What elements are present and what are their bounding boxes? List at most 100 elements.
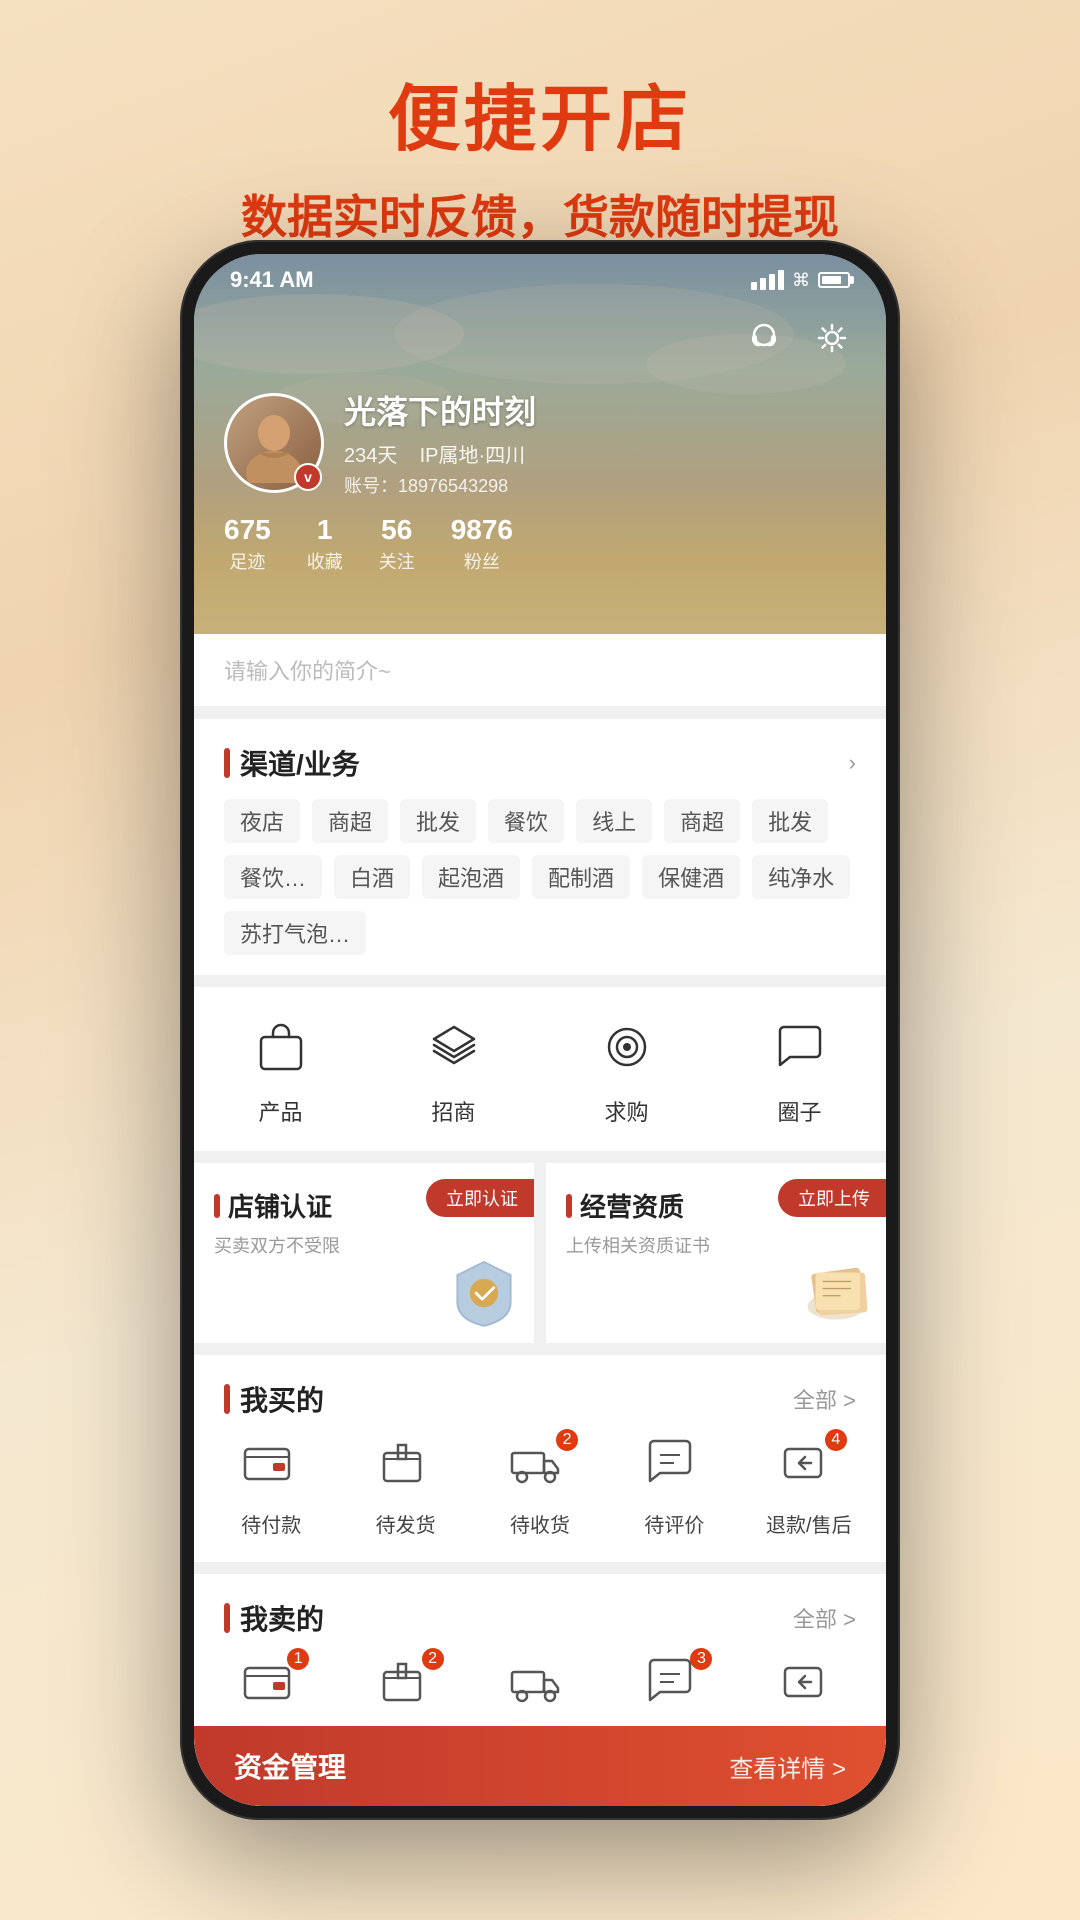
channel-card: 渠道/业务 › 夜店 商超 批发 餐饮 线上 商超 批发 餐饮… xyxy=(194,719,886,975)
target-icon xyxy=(591,1011,663,1083)
order-badge: 4 xyxy=(825,1429,847,1451)
tag-8: 白酒 xyxy=(334,855,410,899)
stat-item: 9876粉丝 xyxy=(451,514,513,574)
quick-menu: 产品 招商 xyxy=(194,987,886,1151)
tag-9: 起泡酒 xyxy=(422,855,520,899)
phone-mockup: 9:41 AM ⌘ xyxy=(180,240,900,1820)
my-buy-items: 待付款 待发货 2 待收货 xyxy=(194,1435,886,1562)
return-icon xyxy=(777,1654,841,1718)
bottom-bar-left: 资金管理 xyxy=(234,1746,346,1786)
tag-12: 纯净水 xyxy=(752,855,850,899)
status-time: 9:41 AM xyxy=(230,267,314,293)
red-bar-business xyxy=(566,1194,572,1218)
bag-icon xyxy=(245,1011,317,1083)
profile-header: 9:41 AM ⌘ xyxy=(194,254,886,634)
shop-verify-card: 立即认证 店铺认证 买卖双方不受限 xyxy=(194,1163,534,1343)
order-item-待收货[interactable]: 2 待收货 xyxy=(473,1435,607,1538)
order-badge: 1 xyxy=(287,1648,309,1670)
profile-top: v 光落下的时刻 234天 IP属地·四川 账号：18976543298 xyxy=(224,387,856,498)
channel-title: 渠道/业务 xyxy=(224,743,360,783)
profile-info: v 光落下的时刻 234天 IP属地·四川 账号：18976543298 xyxy=(224,387,856,574)
bio-placeholder: 请输入你的简介~ xyxy=(224,659,391,684)
business-verify-badge[interactable]: 立即上传 xyxy=(778,1179,886,1217)
order-badge: 2 xyxy=(422,1648,444,1670)
return-icon: 4 xyxy=(777,1435,841,1499)
tag-13: 苏打气泡… xyxy=(224,911,366,955)
header-top-icons xyxy=(740,314,856,362)
order-item-待评价[interactable]: 待评价 xyxy=(607,1435,741,1538)
headset-icon[interactable] xyxy=(740,314,788,362)
quick-label-circle: 圈子 xyxy=(777,1095,821,1127)
wallet-icon: 1 xyxy=(239,1654,303,1718)
sub-title: 数据实时反馈，货款随时提现 xyxy=(0,181,1080,247)
chat-icon xyxy=(764,1011,836,1083)
bottom-bar[interactable]: 资金管理 查看详情 > xyxy=(194,1726,886,1806)
order-item-待付款[interactable]: 待付款 xyxy=(204,1435,338,1538)
tag-6: 批发 xyxy=(752,799,828,843)
business-verify-card: 立即上传 经营资质 上传相关资质证书 xyxy=(546,1163,886,1343)
wallet-icon xyxy=(239,1435,303,1499)
wifi-icon: ⌘ xyxy=(792,270,810,291)
truck-icon xyxy=(508,1654,572,1718)
order-item-退款/售后[interactable]: 4 退款/售后 xyxy=(742,1435,876,1538)
quick-label-recruit: 招商 xyxy=(431,1095,475,1127)
box-icon xyxy=(374,1435,438,1499)
red-bar-verify xyxy=(214,1194,220,1218)
battery-icon xyxy=(818,272,850,288)
red-bar-channel xyxy=(224,748,230,778)
two-col-verify: 立即认证 店铺认证 买卖双方不受限 xyxy=(194,1163,886,1343)
my-sell-see-all[interactable]: 全部 > xyxy=(793,1602,856,1634)
bio-section[interactable]: 请输入你的简介~ xyxy=(194,634,886,707)
quick-label-buy: 求购 xyxy=(604,1095,648,1127)
my-buy-see-all[interactable]: 全部 > xyxy=(793,1383,856,1415)
my-buy-header: 我买的 全部 > xyxy=(194,1355,886,1435)
tag-11: 保健酒 xyxy=(642,855,740,899)
order-badge: 3 xyxy=(690,1648,712,1670)
stat-item: 56关注 xyxy=(379,514,415,574)
channel-tags: 夜店 商超 批发 餐饮 线上 商超 批发 餐饮… 白酒 起泡酒 配制酒 保健酒 … xyxy=(194,799,886,975)
signal-icon xyxy=(751,270,784,290)
red-bar-buy xyxy=(224,1384,230,1414)
phone-frame: 9:41 AM ⌘ xyxy=(180,240,900,1820)
my-buy-section: 我买的 全部 > 待付款 xyxy=(194,1355,886,1562)
quick-item-recruit[interactable]: 招商 xyxy=(367,1011,540,1127)
order-label: 待发货 xyxy=(376,1509,436,1538)
page-header: 便捷开店 数据实时反馈，货款随时提现 xyxy=(0,0,1080,247)
settings-icon[interactable] xyxy=(808,314,856,362)
order-label: 待评价 xyxy=(644,1509,704,1538)
main-title: 便捷开店 xyxy=(0,60,1080,165)
tag-7: 餐饮… xyxy=(224,855,322,899)
order-label: 待付款 xyxy=(241,1509,301,1538)
tag-10: 配制酒 xyxy=(532,855,630,899)
channel-arrow[interactable]: › xyxy=(849,750,856,776)
content-area[interactable]: 请输入你的简介~ 渠道/业务 › 夜店 商超 xyxy=(194,634,886,1806)
order-badge: 2 xyxy=(556,1429,578,1451)
shield-decoration xyxy=(444,1253,524,1333)
status-icons: ⌘ xyxy=(751,270,850,291)
my-buy-title: 我买的 xyxy=(224,1379,324,1419)
status-bar: 9:41 AM ⌘ xyxy=(194,254,886,306)
profile-name: 光落下的时刻 xyxy=(344,387,856,433)
red-bar-sell xyxy=(224,1603,230,1633)
avatar-vip-badge: v xyxy=(294,463,322,491)
phone-screen: 9:41 AM ⌘ xyxy=(194,254,886,1806)
quick-item-circle[interactable]: 圈子 xyxy=(713,1011,886,1127)
order-label: 待收货 xyxy=(510,1509,570,1538)
stat-item: 1收藏 xyxy=(307,514,343,574)
order-item-待发货[interactable]: 待发货 xyxy=(338,1435,472,1538)
box-icon: 2 xyxy=(374,1654,438,1718)
scroll-decoration xyxy=(796,1253,876,1333)
profile-account: 账号：18976543298 xyxy=(344,472,856,498)
quick-item-product[interactable]: 产品 xyxy=(194,1011,367,1127)
shop-verify-badge[interactable]: 立即认证 xyxy=(426,1179,534,1217)
channel-header: 渠道/业务 › xyxy=(194,719,886,799)
my-sell-header: 我卖的 全部 > xyxy=(194,1574,886,1654)
tag-5: 商超 xyxy=(664,799,740,843)
tag-3: 餐饮 xyxy=(488,799,564,843)
comment-icon: 3 xyxy=(642,1654,706,1718)
quick-item-buy[interactable]: 求购 xyxy=(540,1011,713,1127)
bottom-bar-right[interactable]: 查看详情 > xyxy=(729,1749,846,1784)
profile-name-area: 光落下的时刻 234天 IP属地·四川 账号：18976543298 xyxy=(344,387,856,498)
quick-label-product: 产品 xyxy=(258,1095,302,1127)
layers-icon xyxy=(418,1011,490,1083)
